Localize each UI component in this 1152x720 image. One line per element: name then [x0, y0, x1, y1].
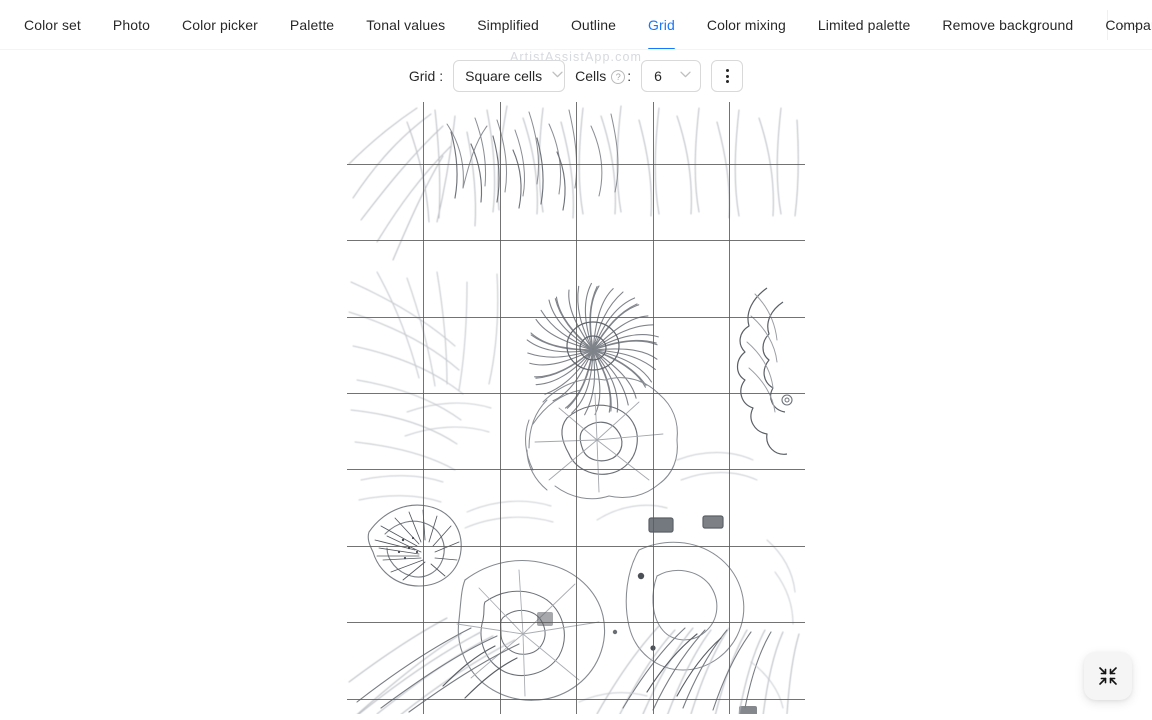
tab-label: Palette — [289, 17, 335, 33]
cells-count-value: 6 — [654, 68, 662, 84]
tab-label: Color mixing — [706, 17, 786, 33]
tab-label: Color picker — [182, 17, 258, 33]
image-canvas-area[interactable] — [0, 102, 1152, 720]
tab-list: Color set Photo Color picker Palette Ton… — [0, 0, 1152, 50]
tab-label: Color set — [24, 17, 81, 33]
tab-simplified[interactable]: Simplified — [461, 0, 555, 50]
chevron-down-icon — [680, 71, 691, 81]
tab-color-set[interactable]: Color set — [8, 0, 97, 50]
tab-tonal-values[interactable]: Tonal values — [350, 0, 461, 50]
tab-label: Photo — [112, 17, 151, 33]
grid-toolbar: Grid : Square cells Cells ? : 6 — [0, 50, 1152, 102]
chevron-down-icon — [552, 71, 563, 81]
more-options-button[interactable] — [711, 60, 744, 92]
tab-label: Limited palette — [817, 17, 911, 33]
grid-type-label: Grid : — [408, 68, 444, 84]
cells-colon: : — [627, 68, 632, 84]
tab-label: Outline — [570, 17, 616, 33]
tab-label: Grid — [648, 17, 675, 33]
grid-type-value: Square cells — [465, 68, 543, 84]
tab-label: Compare — [1105, 17, 1152, 33]
help-circle-icon[interactable]: ? — [611, 70, 626, 84]
tab-limited-palette[interactable]: Limited palette — [802, 0, 927, 50]
kebab-menu-icon — [725, 69, 729, 83]
outline-sketch-image[interactable] — [347, 102, 805, 714]
tab-bar: Color set Photo Color picker Palette Ton… — [0, 0, 1152, 50]
tab-remove-background[interactable]: Remove background — [926, 0, 1089, 50]
tab-label: Simplified — [477, 17, 539, 33]
compress-icon — [1098, 666, 1118, 686]
cells-label-group: Cells ? : — [575, 68, 631, 84]
tab-palette[interactable]: Palette — [274, 0, 350, 50]
tab-photo[interactable]: Photo — [97, 0, 166, 50]
tab-color-picker[interactable]: Color picker — [166, 0, 274, 50]
grid-type-select[interactable]: Square cells — [453, 60, 566, 92]
cells-count-select[interactable]: 6 — [641, 60, 702, 92]
tab-outline[interactable]: Outline — [555, 0, 632, 50]
tab-color-mixing[interactable]: Color mixing — [691, 0, 802, 50]
tab-label: Remove background — [942, 17, 1074, 33]
tab-grid[interactable]: Grid — [632, 0, 691, 50]
exit-fullscreen-button[interactable] — [1084, 652, 1132, 700]
cells-label: Cells — [575, 68, 607, 84]
tab-label: Tonal values — [366, 17, 446, 33]
tab-compare[interactable]: Compare — [1089, 0, 1152, 50]
